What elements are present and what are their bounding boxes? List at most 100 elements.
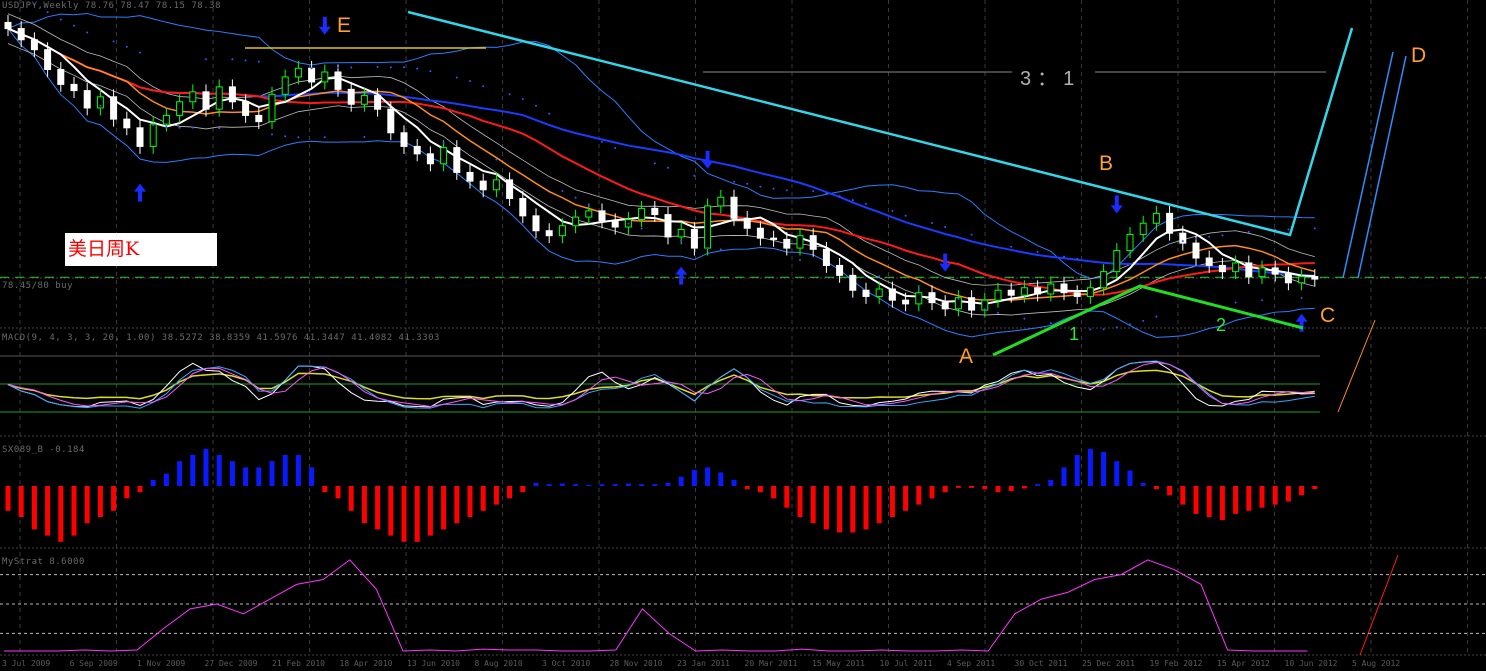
candle-body	[374, 95, 382, 110]
sar-dot	[587, 203, 590, 206]
pattern-line-green	[992, 284, 1304, 357]
histogram-bar	[955, 486, 961, 488]
sar-dot	[389, 66, 392, 69]
histogram-bar	[45, 486, 51, 536]
histogram-bar	[467, 486, 473, 517]
histogram-bar	[1193, 486, 1199, 514]
x-tick-label: 5 Aug 2012	[1352, 659, 1401, 668]
label-c: C	[1320, 304, 1336, 327]
label-d: D	[1411, 44, 1427, 67]
sar-dot	[1247, 230, 1250, 233]
histogram-bar	[1140, 482, 1146, 486]
histogram-bar	[441, 486, 447, 530]
sar-dot	[1036, 250, 1039, 253]
candle-body	[836, 264, 844, 276]
candle-body	[176, 101, 184, 116]
histogram-bar	[863, 486, 869, 530]
sar-dot	[825, 192, 828, 195]
histogram-bar	[797, 486, 803, 517]
histogram-bar	[507, 486, 513, 499]
x-tick-label: 13 Jun 2010	[407, 659, 460, 668]
histogram-bar	[995, 486, 1001, 493]
sar-dot	[350, 66, 353, 69]
x-tick-label: 30 Oct 2011	[1014, 659, 1068, 668]
osc-signal-line	[7, 369, 1315, 400]
up-arrow-icon	[134, 183, 146, 202]
histogram-bar	[573, 484, 579, 486]
histogram-bar	[203, 448, 209, 486]
sar-dot	[1261, 299, 1263, 302]
candle-body	[1007, 289, 1015, 296]
sar-dot	[99, 104, 102, 107]
candle-body	[730, 196, 738, 219]
sar-dot	[271, 133, 273, 136]
candle-body	[1258, 267, 1266, 278]
histogram-bar	[691, 469, 697, 486]
sar-dot	[508, 93, 511, 96]
histogram-bar	[163, 473, 169, 486]
candle-body	[704, 205, 712, 249]
sar-dot	[904, 214, 907, 217]
histogram-bar	[309, 467, 315, 486]
ratio-label: 3：1	[1020, 68, 1081, 90]
sar-dot	[1023, 317, 1026, 320]
histogram-bar	[678, 476, 684, 486]
sar-dot	[706, 247, 709, 250]
histogram-bar	[84, 486, 90, 524]
histogram-bar	[454, 486, 460, 524]
histogram-bar	[388, 486, 394, 536]
x-tick-label: 10 Jul 2011	[879, 659, 933, 668]
candle-body	[30, 39, 38, 51]
candle-body	[506, 179, 514, 199]
candle-body	[294, 67, 302, 78]
histogram-bar	[771, 486, 777, 499]
oscillator-line	[4, 559, 1308, 652]
candle-body	[1113, 250, 1121, 273]
sar-dot	[1300, 297, 1303, 300]
histogram-bar	[903, 486, 909, 511]
sar-dot	[495, 158, 498, 161]
candle-body	[968, 297, 976, 311]
histogram-bar	[493, 486, 499, 505]
candle-body	[321, 71, 329, 83]
x-tick-label: 25 Dec 2011	[1082, 659, 1135, 668]
sar-dot	[931, 221, 933, 224]
sar-dot	[1287, 228, 1290, 231]
histogram-bar	[1061, 467, 1067, 486]
candle-body	[558, 225, 566, 237]
candle-body	[228, 86, 236, 103]
sar-dot	[1089, 328, 1092, 331]
candle-body	[1284, 273, 1292, 284]
x-tick-label: 28 Nov 2010	[609, 659, 663, 668]
sar-dot	[112, 40, 115, 43]
sar-dot	[1313, 227, 1316, 230]
histogram-bar	[1087, 448, 1093, 486]
sar-dot	[574, 196, 577, 199]
candle-body	[532, 215, 540, 232]
sar-dot	[1168, 242, 1171, 245]
candle-body	[1034, 287, 1042, 295]
sar-dot	[455, 76, 458, 79]
histogram-bar	[124, 486, 130, 499]
histogram-label: SX089_B -0.184	[2, 445, 85, 455]
candle-body	[17, 28, 25, 41]
candle-body	[347, 88, 355, 105]
histogram-bar	[1206, 486, 1212, 517]
histogram-bar	[520, 486, 526, 493]
histogram-bar	[137, 486, 143, 493]
sar-dot	[469, 80, 471, 83]
sar-dot	[1102, 328, 1105, 331]
candle-body	[1126, 233, 1134, 252]
sar-dot	[429, 70, 432, 73]
x-tick-label: 18 Apr 2010	[339, 659, 393, 668]
candle-body	[875, 288, 883, 297]
sar-dot	[218, 127, 221, 130]
histogram-bar	[639, 484, 645, 486]
candle-body	[1245, 262, 1253, 278]
histogram-bar	[1312, 486, 1318, 490]
histogram-bar	[480, 486, 486, 511]
candle-body	[479, 180, 487, 191]
histogram-bar	[216, 455, 222, 486]
sar-dot	[997, 311, 999, 314]
sar-dot	[257, 60, 260, 63]
